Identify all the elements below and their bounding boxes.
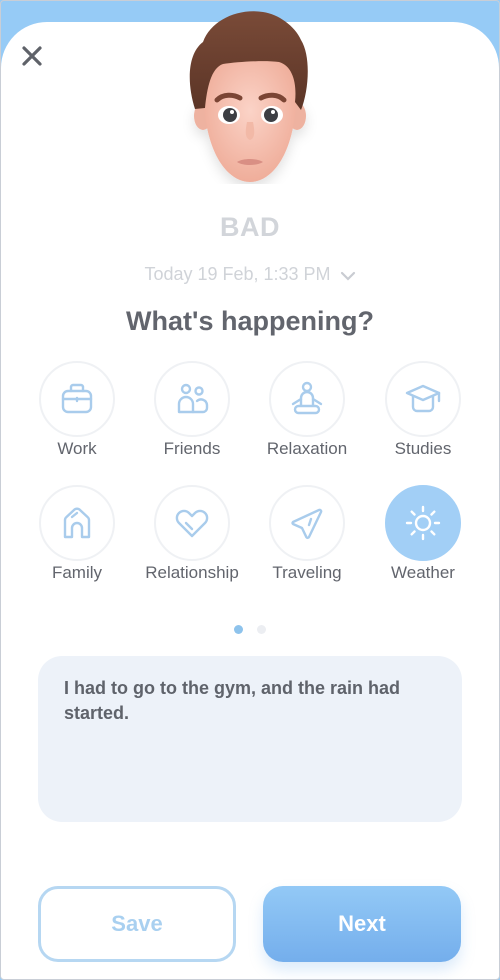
- category-label: Family: [51, 563, 103, 582]
- category-circle: [154, 361, 230, 437]
- category-studies[interactable]: Studies: [368, 361, 478, 459]
- close-button[interactable]: [20, 44, 44, 68]
- avatar: [183, 4, 317, 184]
- briefcase-icon: [61, 383, 93, 414]
- category-circle-selected: [385, 485, 461, 561]
- date-selector[interactable]: Today 19 Feb, 1:33 PM: [0, 264, 500, 286]
- page-dot[interactable]: [257, 625, 267, 634]
- category-label: Work: [57, 439, 97, 458]
- category-traveling[interactable]: Traveling: [252, 485, 362, 583]
- sun-icon: [405, 505, 441, 541]
- paper-plane-icon: [291, 508, 323, 540]
- house-icon: [63, 507, 91, 539]
- chevron-down-icon: [340, 265, 356, 286]
- sad-face-emoji-icon: [189, 11, 308, 182]
- category-circle: [385, 361, 461, 437]
- category-circle: [269, 361, 345, 437]
- page-dot-active[interactable]: [233, 625, 243, 634]
- category-relationship[interactable]: Relationship: [137, 485, 247, 583]
- category-label: Friends: [163, 439, 221, 458]
- save-button[interactable]: Save: [38, 886, 236, 962]
- close-icon: [22, 46, 42, 66]
- category-circle: [39, 361, 115, 437]
- category-circle: [39, 485, 115, 561]
- people-icon: [177, 383, 209, 414]
- graduation-cap-icon: [405, 384, 441, 413]
- category-label: Weather: [391, 563, 455, 582]
- heart-icon: [175, 509, 209, 538]
- mood-label: BAD: [220, 212, 280, 242]
- next-button[interactable]: Next: [263, 886, 461, 962]
- category-work[interactable]: Work: [22, 361, 132, 459]
- date-text: Today 19 Feb, 1:33 PM: [144, 264, 331, 284]
- page-indicator: [0, 621, 500, 639]
- meditation-icon: [291, 381, 323, 415]
- category-family[interactable]: Family: [22, 485, 132, 583]
- page-title: What's happening?: [126, 306, 374, 336]
- category-label: Traveling: [272, 563, 342, 582]
- category-label: Studies: [394, 439, 452, 458]
- note-textarea[interactable]: I had to go to the gym, and the rain had…: [38, 656, 462, 822]
- category-relaxation[interactable]: Relaxation: [252, 361, 362, 459]
- category-weather[interactable]: Weather: [368, 485, 478, 583]
- category-label: Relaxation: [266, 439, 348, 458]
- category-friends[interactable]: Friends: [137, 361, 247, 459]
- category-circle: [154, 485, 230, 561]
- category-label: Relationship: [145, 563, 239, 582]
- category-circle: [269, 485, 345, 561]
